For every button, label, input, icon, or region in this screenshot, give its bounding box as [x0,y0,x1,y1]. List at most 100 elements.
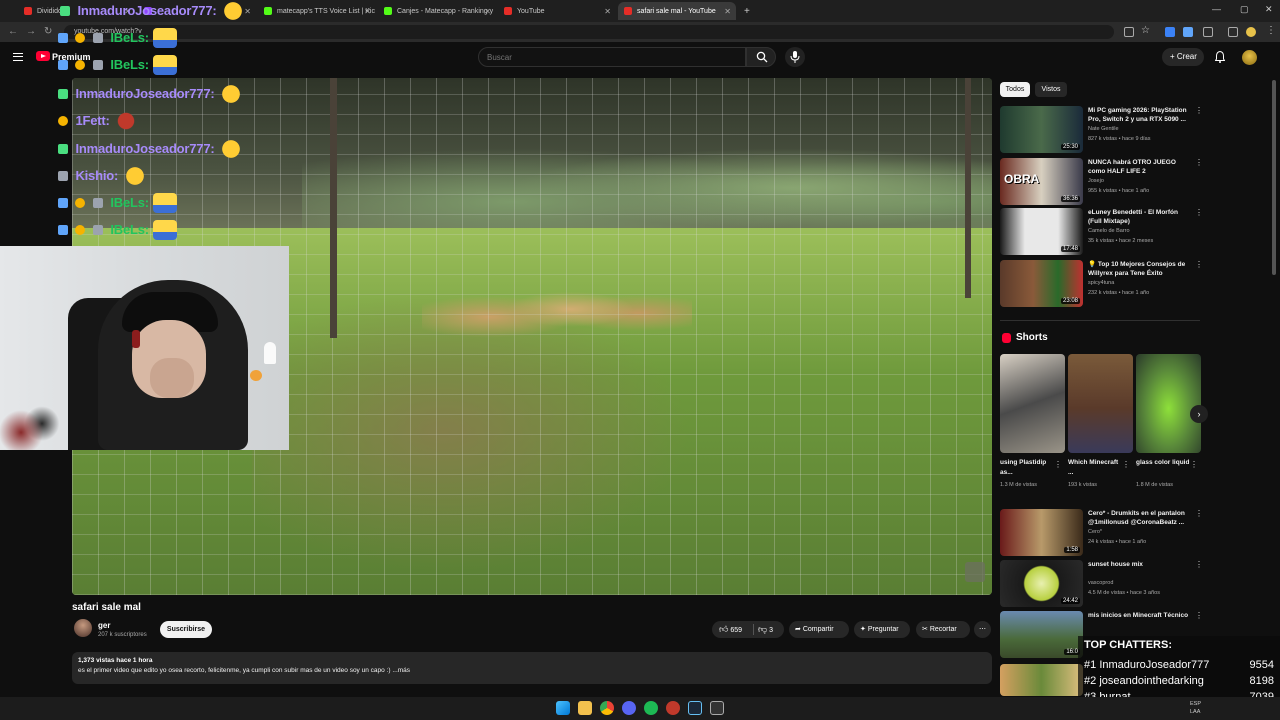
video-thumbnail[interactable]: OBRA 36:36 [1000,158,1083,205]
more-options-icon[interactable]: ⋮ [1195,260,1203,269]
voice-search-button[interactable] [785,47,805,67]
share-button[interactable]: ➦ Compartir [789,621,849,638]
dislike-button[interactable]: 👎︎ 3 [758,621,773,639]
more-options-icon[interactable]: ⋮ [1195,106,1203,115]
video-thumbnail[interactable]: 25:30 [1000,106,1083,153]
recommendation-channel[interactable]: Cero* [1088,529,1102,535]
extension-icon[interactable] [1183,27,1193,37]
notifications-bell-icon[interactable] [1215,51,1225,63]
recommendation-item[interactable]: OBRA 36:36 NUNCA habrá OTRO JUEGO como H… [1000,158,1203,206]
short-thumbnail[interactable] [1000,354,1065,453]
windows-start-icon[interactable] [556,701,570,715]
recommendation-title[interactable]: NUNCA habrá OTRO JUEGO como HALF LIFE 2 [1088,158,1192,176]
channel-name[interactable]: ger [98,621,110,630]
like-button[interactable]: 👍︎ 659 [719,621,742,639]
recommendation-title[interactable]: sunset house mix [1088,560,1192,569]
close-window-icon[interactable]: ✕ [1265,4,1273,15]
install-app-icon[interactable] [1124,27,1134,37]
maximize-icon[interactable]: ▢ [1240,4,1249,15]
browser-tab-active[interactable]: safari sale mal - YouTube ✕ [618,2,736,20]
browser-tab[interactable]: Canjes - Matecapp - Ranking y ✕ [378,2,496,20]
chrome-icon[interactable] [600,701,614,715]
extensions-puzzle-icon[interactable] [1228,27,1238,37]
extension-icon[interactable] [1165,27,1175,37]
recommendation-title[interactable]: 💡 Top 10 Mejores Consejos de Willyrex pa… [1088,260,1192,278]
recommendation-channel[interactable]: spicy4tuna [1088,280,1114,286]
new-tab-icon[interactable]: + [744,6,750,17]
url-input[interactable]: youtube.com/watch?v [64,25,1114,39]
recommendation-title[interactable]: Mi PC gaming 2026: PlayStation Pro, Swit… [1088,106,1192,124]
recommendation-item[interactable]: 23:08 💡 Top 10 Mejores Consejos de Willy… [1000,260,1203,308]
bookmark-star-icon[interactable]: ☆ [1141,25,1150,36]
close-tab-icon[interactable]: ✕ [244,7,251,16]
more-actions-button[interactable]: ⋯ [974,621,991,638]
reload-icon[interactable]: ↻ [44,26,52,37]
search-button[interactable] [746,47,776,67]
clip-button[interactable]: ✂ Recortar [916,621,970,638]
short-thumbnail[interactable] [1136,354,1201,453]
recommendation-item[interactable]: 1:58 Cero* - Drumkits en el pantalon @1m… [1000,509,1203,557]
file-explorer-icon[interactable] [578,701,592,715]
ask-button[interactable]: ✦ Preguntar [854,621,910,638]
chip-all[interactable]: Todos [1000,82,1030,97]
recommendation-title[interactable]: mis inicios en Minecraft Técnico [1088,611,1192,620]
description-box[interactable]: 1,373 vistas hace 1 hora es el primer vi… [72,652,992,684]
spotify-icon[interactable] [644,701,658,715]
short-more-icon[interactable]: ⋮ [1122,460,1130,469]
video-thumbnail[interactable]: 17:48 [1000,208,1083,255]
short-title[interactable]: glass color liquid [1136,458,1191,468]
video-thumbnail-partial[interactable] [1000,664,1083,696]
app-icon[interactable] [666,701,680,715]
recommendation-channel[interactable]: Nate Gentile [1088,126,1119,132]
video-thumbnail[interactable]: 1:58 [1000,509,1083,556]
more-options-icon[interactable]: ⋮ [1195,158,1203,167]
browser-menu-icon[interactable]: ⋮ [1266,25,1276,36]
short-thumbnail[interactable] [1068,354,1133,453]
video-thumbnail[interactable]: 23:08 [1000,260,1083,307]
recommendation-title[interactable]: Cero* - Drumkits en el pantalon @1millon… [1088,509,1192,527]
recommendation-item[interactable]: 17:48 eLuney Benedetti - El Morfón (Full… [1000,208,1203,256]
account-avatar[interactable] [1242,50,1257,65]
video-thumbnail[interactable]: 16:0 [1000,611,1083,658]
back-icon[interactable]: ← [8,26,18,37]
recommendation-channel[interactable]: Josejo [1088,178,1104,184]
more-options-icon[interactable]: ⋮ [1195,509,1203,518]
profile-icon[interactable] [1246,27,1256,37]
create-button[interactable]: + Crear [1162,48,1204,66]
browser-tab[interactable]: matecapp's TTS Voice List | Kic ✕ [258,2,376,20]
video-thumbnail[interactable]: 24:42 [1000,560,1083,607]
discord-icon[interactable] [622,701,636,715]
chip-watched[interactable]: Vistos [1035,82,1067,97]
close-tab-icon[interactable]: ✕ [724,7,731,16]
short-title[interactable]: using Plastidip as... [1000,458,1055,478]
system-tray-language[interactable]: ESP LAA [1190,700,1201,716]
subscribe-button[interactable]: Suscribirse [160,621,212,638]
recommendation-item[interactable]: 25:30 Mi PC gaming 2026: PlayStation Pro… [1000,106,1203,154]
forward-icon[interactable]: → [26,26,36,37]
minimize-icon[interactable]: — [1212,4,1221,14]
short-title[interactable]: Which Minecraft ... [1068,458,1123,478]
search-input[interactable] [478,47,746,67]
more-options-icon[interactable]: ⋮ [1195,208,1203,217]
recommendation-title[interactable]: eLuney Benedetti - El Morfón (Full Mixta… [1088,208,1192,226]
recommendation-item[interactable]: 24:42 sunset house mix vascoprod 4.5 M d… [1000,560,1203,608]
short-more-icon[interactable]: ⋮ [1190,460,1198,469]
hamburger-menu-icon[interactable] [13,53,23,61]
close-tab-icon[interactable]: ✕ [484,7,491,16]
shorts-next-button[interactable]: › [1190,405,1208,423]
close-tab-icon[interactable]: ✕ [604,7,611,16]
browser-tab[interactable]: YouTube ✕ [498,2,616,20]
app-icon[interactable] [710,701,724,715]
chatter-count: 9554 [1249,659,1274,671]
recommendation-channel[interactable]: vascoprod [1088,580,1113,586]
more-options-icon[interactable]: ⋮ [1195,560,1203,569]
page-scrollbar[interactable] [1272,80,1276,275]
recommendation-channel[interactable]: Camelo de Barro [1088,228,1130,234]
extension-icon[interactable] [1203,27,1213,37]
close-tab-icon[interactable]: ✕ [364,7,371,16]
steam-icon[interactable] [688,701,702,715]
short-more-icon[interactable]: ⋮ [1054,460,1062,469]
channel-avatar[interactable] [74,619,92,637]
more-options-icon[interactable]: ⋮ [1195,611,1203,620]
youtube-logo-icon[interactable] [36,51,50,61]
